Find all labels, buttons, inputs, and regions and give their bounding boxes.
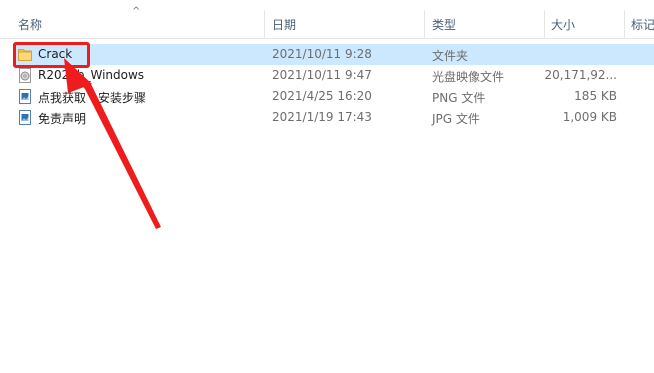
arrow-shaft [62,66,161,229]
annotation-arrow [62,58,161,229]
